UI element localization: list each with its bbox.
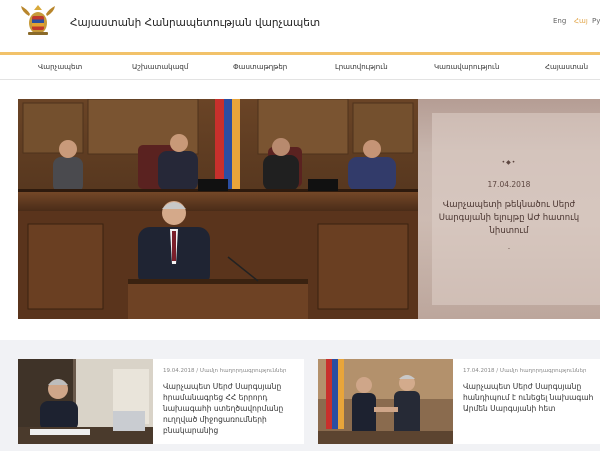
language-ru[interactable]: Рус — [592, 17, 600, 25]
nav-item-documents[interactable]: Փաստաթղթեր — [233, 63, 287, 71]
main-nav: Վարչապետ Աշխատակազմ Փաստաթղթեր Լրատվությ… — [0, 55, 600, 80]
nav-item-armenia[interactable]: Հայաստան — [545, 63, 588, 71]
nav-item-staff[interactable]: Աշխատակազմ — [132, 63, 188, 71]
nav-item-news[interactable]: Լրատվություն — [335, 63, 388, 71]
nav-item-government[interactable]: Կառավարություն — [434, 63, 499, 71]
news-card-image[interactable] — [18, 359, 153, 444]
hero-divider-ornament: •◆• — [501, 159, 517, 166]
news-card[interactable]: 17.04.2018 / Մամլո հաղորդագրություններ Վ… — [318, 359, 600, 444]
hero-caption-panel[interactable]: •◆• 17.04.2018 Վարչապետի թեկնածու Սերժ Ս… — [418, 99, 600, 319]
news-card-meta: 19.04.2018 / Մամլո հաղորդագրություններ — [163, 368, 287, 374]
news-card-meta: 17.04.2018 / Մամլո հաղորդագրություններ — [463, 368, 587, 374]
news-card-title[interactable]: Վարչապետ Սերժ Սարգսյանը հանդիպում է ունե… — [463, 381, 600, 414]
hero-date: 17.04.2018 — [487, 180, 531, 189]
coat-of-arms-logo[interactable] — [18, 2, 58, 42]
hero-dash: - — [507, 245, 511, 252]
hero-slider[interactable]: •◆• 17.04.2018 Վարչապետի թեկնածու Սերժ Ս… — [18, 99, 600, 319]
hero-photo[interactable] — [18, 99, 418, 319]
site-header: Հայաստանի Հանրապետության վարչապետ Eng Հա… — [0, 0, 600, 52]
language-hy[interactable]: Հայ — [574, 17, 588, 25]
news-card-image[interactable] — [318, 359, 453, 444]
language-eng[interactable]: Eng — [553, 17, 566, 25]
news-card[interactable]: 19.04.2018 / Մամլո հաղորդագրություններ Վ… — [18, 359, 304, 444]
hero-title[interactable]: Վարչապետի թեկնածու Սերժ Սարգսյանի ելույթ… — [430, 199, 588, 238]
site-title[interactable]: Հայաստանի Հանրապետության վարչապետ — [70, 17, 320, 29]
nav-item-prime-minister[interactable]: Վարչապետ — [38, 63, 82, 71]
news-card-title[interactable]: Վարչապետ Սերժ Սարգսյանը հրամանագրեց ՀՀ ե… — [163, 381, 305, 436]
